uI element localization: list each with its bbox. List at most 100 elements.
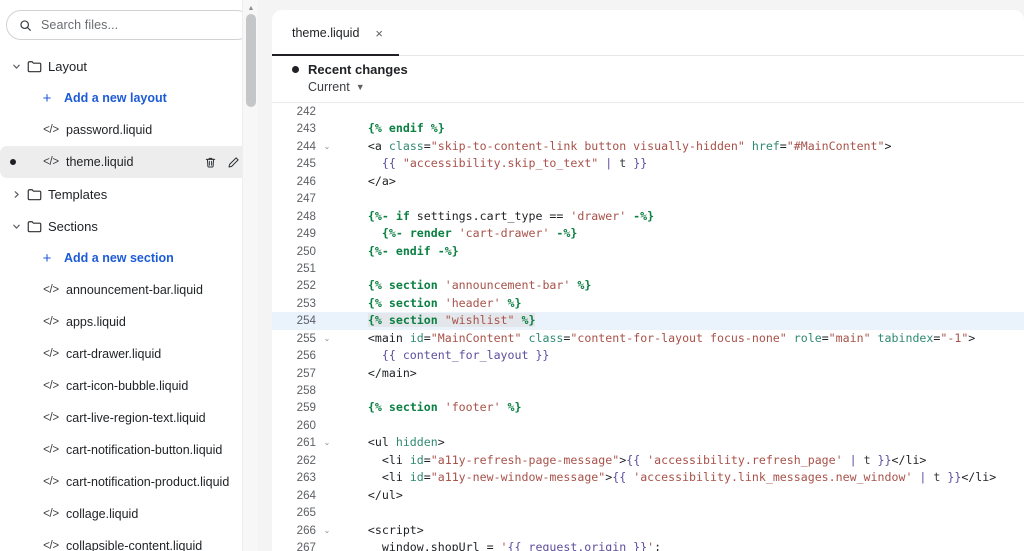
- code-line[interactable]: 262 <li id="a11y-refresh-page-message">{…: [272, 452, 1024, 469]
- code-line[interactable]: 250 {%- endif -%}: [272, 243, 1024, 260]
- code-token-deli: {%: [367, 400, 389, 415]
- code-line[interactable]: 242: [272, 103, 1024, 120]
- sidebar-folder-sections[interactable]: Sections: [0, 210, 258, 242]
- code-text: {%- if settings.cart_type == 'drawer' -%…: [334, 208, 654, 225]
- scroll-up-arrow-icon[interactable]: ▲: [243, 2, 258, 14]
- code-token-kw: if: [395, 208, 417, 223]
- sidebar-file-cart-icon-bubble-liquid[interactable]: </> cart-icon-bubble.liquid: [0, 370, 258, 402]
- code-line[interactable]: 258: [272, 382, 1024, 399]
- code-line[interactable]: 253 {% section 'header' %}: [272, 295, 1024, 312]
- close-icon[interactable]: ×: [375, 27, 383, 40]
- code-line[interactable]: 255 ⌄ <main id="MainContent" class="conte…: [272, 330, 1024, 347]
- code-line[interactable]: 260: [272, 417, 1024, 434]
- code-line[interactable]: 252 {% section 'announcement-bar' %}: [272, 277, 1024, 294]
- code-text: <li id="a11y-refresh-page-message">{{ 'a…: [334, 452, 927, 469]
- code-line[interactable]: 244 ⌄ <a class="skip-to-content-link butt…: [272, 138, 1024, 155]
- code-token-attr: tabindex: [877, 330, 934, 345]
- code-line[interactable]: 249 {%- render 'cart-drawer' -%}: [272, 225, 1024, 242]
- code-token-str: 'footer': [444, 400, 501, 415]
- code-line[interactable]: 246 </a>: [272, 173, 1024, 190]
- code-token-deli: %}: [570, 278, 592, 293]
- code-token-deli: {%: [367, 313, 389, 328]
- sidebar-file-apps-liquid[interactable]: </> apps.liquid: [0, 306, 258, 338]
- code-token-str: 'drawer': [570, 208, 627, 223]
- file-tree: Layout + Add a new layout </> password.liqui…: [0, 44, 258, 551]
- code-line[interactable]: 243 {% endif %}: [272, 120, 1024, 137]
- sidebar-file-cart-live-region-text-liquid[interactable]: </> cart-live-region-text.liquid: [0, 402, 258, 434]
- code-token-tag: <script>: [367, 522, 424, 537]
- sidebar-file-cart-drawer-liquid[interactable]: </> cart-drawer.liquid: [0, 338, 258, 370]
- sidebar-file-cart-notification-button-liquid[interactable]: </> cart-notification-button.liquid: [0, 434, 258, 466]
- code-line[interactable]: 263 <li id="a11y-new-window-message">{{ …: [272, 469, 1024, 486]
- code-token-plain: =: [423, 452, 431, 467]
- code-line[interactable]: 248 {%- if settings.cart_type == 'drawer…: [272, 208, 1024, 225]
- code-line[interactable]: 259 {% section 'footer' %}: [272, 399, 1024, 416]
- fold-toggle-icon[interactable]: ⌄: [320, 138, 334, 155]
- line-number: 261: [296, 436, 316, 450]
- sidebar-folder-templates[interactable]: Templates: [0, 178, 258, 210]
- fold-toggle-icon[interactable]: ⌄: [320, 434, 334, 451]
- line-number: 266: [296, 523, 316, 537]
- line-number: 262: [296, 453, 316, 467]
- file-label: cart-live-region-text.liquid: [66, 411, 206, 425]
- sidebar-scrollbar-thumb[interactable]: [246, 14, 256, 107]
- line-number: 252: [296, 279, 316, 293]
- code-line[interactable]: 264 </ul>: [272, 487, 1024, 504]
- line-number: 253: [296, 296, 316, 310]
- code-token-kw: section: [388, 295, 445, 310]
- code-token-str: "content-for-layout focus-none": [570, 330, 787, 345]
- sidebar-add-section[interactable]: + Add a new section: [0, 242, 258, 274]
- fold-toggle-icon[interactable]: ⌄: [320, 330, 334, 347]
- sidebar-file-collapsible-content-liquid[interactable]: </> collapsible-content.liquid: [0, 530, 258, 551]
- tab-label: theme.liquid: [292, 26, 360, 40]
- sidebar-scrollbar[interactable]: ▲: [242, 0, 258, 551]
- code-token-str: 'cart-drawer': [458, 226, 550, 241]
- code-line[interactable]: 261 ⌄ <ul hidden>: [272, 434, 1024, 451]
- code-line[interactable]: 266 ⌄ <script>: [272, 522, 1024, 539]
- sidebar-file-password-liquid[interactable]: </> password.liquid: [0, 114, 258, 146]
- code-token-attr: id: [409, 470, 424, 485]
- code-line[interactable]: 254 {% section "wishlist" %}: [272, 312, 1024, 330]
- code-area[interactable]: 242 243 {% endif %} 244 ⌄ <a class="skip-to…: [272, 103, 1024, 551]
- code-token-kw: endif: [395, 243, 438, 258]
- code-line[interactable]: 265: [272, 504, 1024, 521]
- code-text: {{ content_for_layout }}: [334, 347, 550, 364]
- sidebar-folder-layout[interactable]: Layout: [0, 50, 258, 82]
- add-new-label: Add a new section: [64, 251, 174, 265]
- code-file-icon: </>: [43, 476, 59, 488]
- chevron-down-icon[interactable]: [8, 218, 24, 234]
- code-token-plain: settings.cart_type ==: [416, 208, 571, 223]
- code-line[interactable]: 245 {{ "accessibility.skip_to_text" | t …: [272, 155, 1024, 172]
- code-token-deli: %}: [500, 400, 522, 415]
- delete-icon[interactable]: [204, 156, 217, 169]
- code-token-tag: <main: [367, 330, 410, 345]
- sidebar-file-collage-liquid[interactable]: </> collage.liquid: [0, 498, 258, 530]
- file-label: password.liquid: [66, 123, 153, 137]
- code-token-tag: <li: [381, 452, 410, 467]
- sidebar-file-theme-liquid[interactable]: </> theme.liquid: [0, 146, 250, 178]
- chevron-right-icon[interactable]: [8, 186, 24, 202]
- file-label: collage.liquid: [66, 507, 139, 521]
- sidebar-add-layout[interactable]: + Add a new layout: [0, 82, 258, 114]
- code-token-str: "MainContent": [430, 330, 522, 345]
- edit-icon[interactable]: [227, 156, 240, 169]
- search-files-input[interactable]: Search files...: [6, 10, 252, 40]
- sidebar-file-announcement-bar-liquid[interactable]: </> announcement-bar.liquid: [0, 274, 258, 306]
- fold-toggle-icon[interactable]: ⌄: [320, 522, 334, 539]
- code-file-icon: </>: [43, 348, 59, 360]
- line-number: 243: [296, 122, 316, 136]
- chevron-down-icon[interactable]: [8, 58, 24, 74]
- code-token-str: 'accessibility.link_messages.new_window': [633, 470, 913, 485]
- code-line[interactable]: 256 {{ content_for_layout }}: [272, 347, 1024, 364]
- code-line[interactable]: 257 </main>: [272, 365, 1024, 382]
- version-selector[interactable]: Current ▼: [308, 80, 1024, 94]
- code-token-attr: id: [409, 452, 424, 467]
- code-line[interactable]: 247: [272, 190, 1024, 207]
- sidebar-file-cart-notification-product-liquid[interactable]: </> cart-notification-product.liquid: [0, 466, 258, 498]
- code-line[interactable]: 251: [272, 260, 1024, 277]
- tab-theme-liquid[interactable]: theme.liquid ×: [272, 10, 399, 56]
- code-line[interactable]: 267 window.shopUrl = '{{ request.origin …: [272, 539, 1024, 551]
